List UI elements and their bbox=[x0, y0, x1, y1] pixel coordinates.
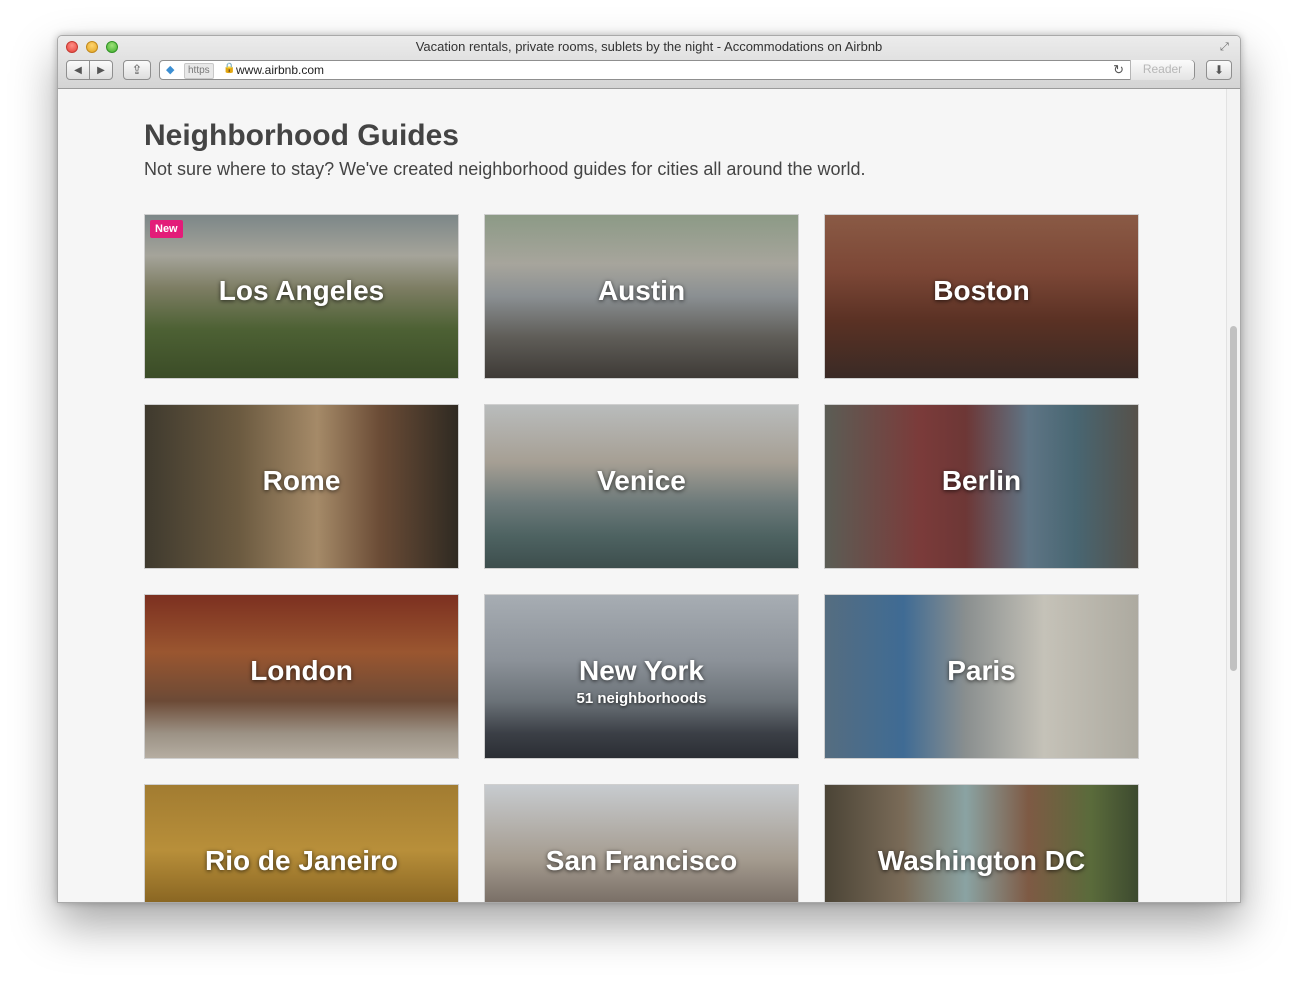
guide-city-name: Boston bbox=[933, 275, 1030, 306]
guide-city-name: Rio de Janeiro bbox=[205, 845, 398, 876]
url-text[interactable]: www.airbnb.com bbox=[236, 63, 324, 77]
scrollbar-thumb[interactable] bbox=[1230, 326, 1237, 671]
new-badge: New bbox=[150, 220, 183, 238]
guide-card-paris[interactable]: Paris bbox=[824, 594, 1139, 759]
share-button[interactable]: ⇪ bbox=[123, 60, 151, 80]
guide-city-name: San Francisco bbox=[545, 845, 738, 876]
guide-city-name: New York bbox=[578, 655, 704, 686]
page-subtitle: Not sure where to stay? We've created ne… bbox=[144, 159, 866, 179]
guide-city-name: Los Angeles bbox=[218, 275, 385, 306]
page-content: Neighborhood Guides Not sure where to st… bbox=[58, 89, 1226, 902]
guide-card-rome[interactable]: Rome bbox=[144, 404, 459, 569]
share-icon: ⇪ bbox=[131, 62, 143, 77]
guide-card-san-francisco[interactable]: San Francisco bbox=[484, 784, 799, 902]
reader-button[interactable]: Reader bbox=[1130, 60, 1194, 80]
guide-neighborhood-count: 51 neighborhoods bbox=[576, 690, 707, 707]
page-title: Neighborhood Guides bbox=[144, 119, 459, 152]
reload-icon[interactable]: ↻ bbox=[1113, 62, 1124, 78]
back-arrow-icon: ◀ bbox=[74, 64, 82, 76]
forward-arrow-icon: ▶ bbox=[97, 64, 105, 76]
vertical-scrollbar[interactable] bbox=[1226, 89, 1240, 902]
fullscreen-icon[interactable]: ⤢ bbox=[1220, 41, 1232, 53]
downloads-button[interactable]: ⬇ bbox=[1206, 60, 1232, 80]
browser-window: Vacation rentals, private rooms, sublets… bbox=[57, 35, 1241, 903]
window-title: Vacation rentals, private rooms, sublets… bbox=[415, 39, 883, 54]
guide-card-london[interactable]: London bbox=[144, 594, 459, 759]
guide-city-name: Washington DC bbox=[877, 845, 1086, 876]
download-icon: ⬇ bbox=[1213, 63, 1225, 77]
guide-card-washington-dc[interactable]: Washington DC bbox=[824, 784, 1139, 902]
guide-city-name: London bbox=[250, 655, 353, 686]
forward-button[interactable]: ▶ bbox=[89, 60, 113, 80]
guide-city-name: Austin bbox=[597, 275, 686, 306]
back-button[interactable]: ◀ bbox=[66, 60, 90, 80]
browser-toolbar: Vacation rentals, private rooms, sublets… bbox=[58, 36, 1240, 89]
airbnb-favicon-icon: ◆ bbox=[166, 64, 175, 76]
address-bar[interactable]: ◆ https 🔒 www.airbnb.com ↻ Reader bbox=[159, 60, 1195, 80]
guide-card-rio-de-janeiro[interactable]: Rio de Janeiro bbox=[144, 784, 459, 902]
guide-city-name: Venice bbox=[597, 465, 686, 496]
guide-card-boston[interactable]: Boston bbox=[824, 214, 1139, 379]
https-label: https bbox=[184, 63, 214, 79]
lock-icon: 🔒 bbox=[223, 63, 236, 74]
guide-card-berlin[interactable]: Berlin bbox=[824, 404, 1139, 569]
guide-city-name: Paris bbox=[947, 655, 1016, 686]
guide-city-name: Rome bbox=[262, 465, 341, 496]
guide-card-austin[interactable]: Austin bbox=[484, 214, 799, 379]
guide-card-new-york[interactable]: New York 51 neighborhoods bbox=[484, 594, 799, 759]
guide-card-los-angeles[interactable]: New Los Angeles bbox=[144, 214, 459, 379]
guide-city-name: Berlin bbox=[941, 465, 1022, 496]
guide-card-venice[interactable]: Venice bbox=[484, 404, 799, 569]
